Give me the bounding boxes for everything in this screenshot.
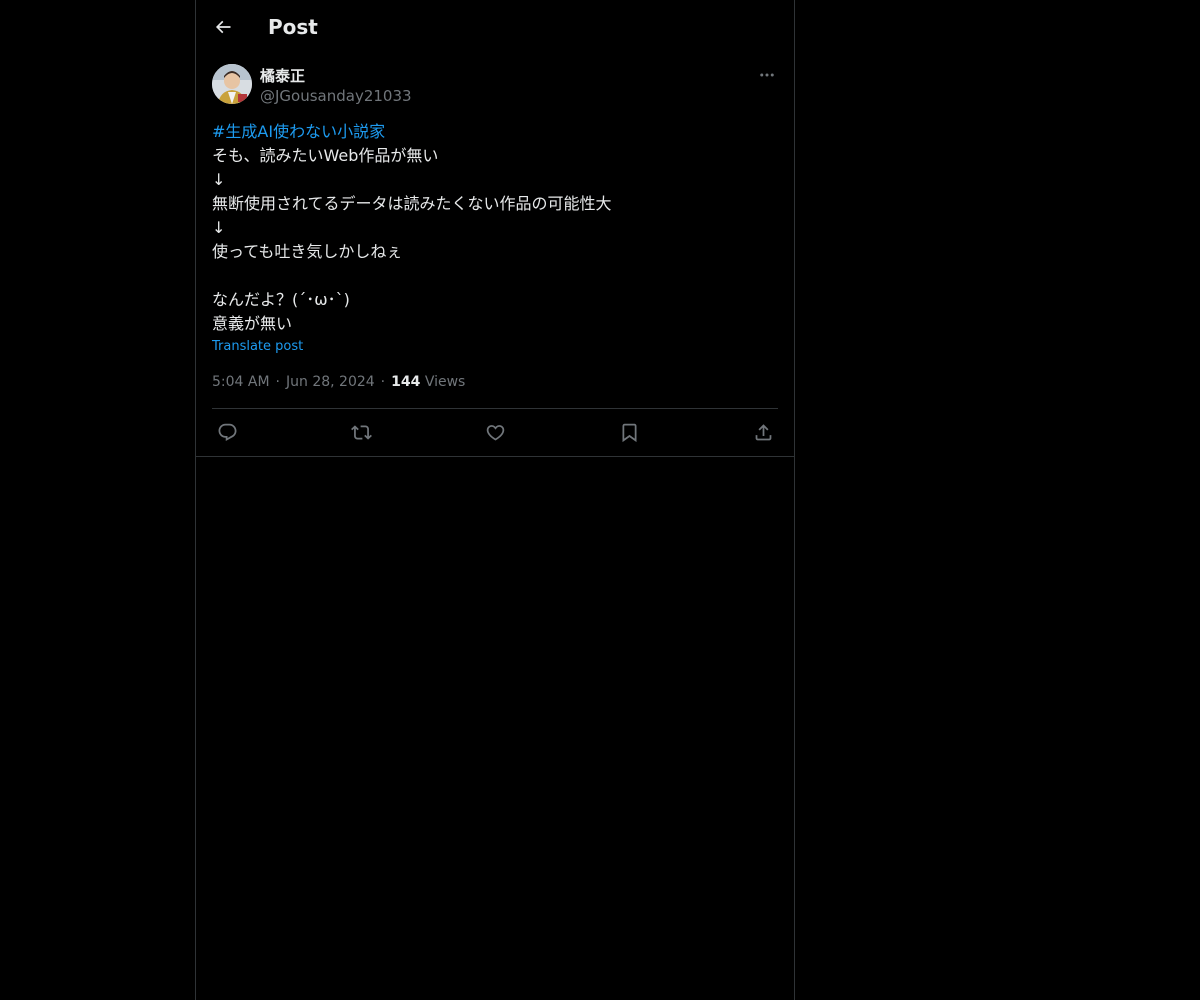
post-line: 無断使用されてるデータは読みたくない作品の可能性大 bbox=[212, 194, 612, 213]
arrow-left-icon bbox=[213, 17, 233, 37]
post-date[interactable]: Jun 28, 2024 bbox=[286, 374, 375, 390]
views-label: Views bbox=[424, 374, 466, 390]
bookmark-button[interactable] bbox=[617, 420, 641, 444]
post-line: そも、読みたいWeb作品が無い bbox=[212, 146, 439, 165]
share-button[interactable] bbox=[751, 420, 775, 444]
post-line bbox=[212, 264, 778, 288]
repost-icon bbox=[350, 422, 372, 443]
share-icon bbox=[753, 422, 774, 443]
views-count: 144 bbox=[391, 374, 421, 390]
more-dots-icon bbox=[758, 66, 776, 84]
post-line: 使っても吐き気しかしねぇ bbox=[212, 242, 403, 261]
reply-icon bbox=[217, 422, 238, 443]
post-line: 意義が無い bbox=[212, 314, 293, 333]
hashtag-link[interactable]: #生成AI使わない小説家 bbox=[212, 120, 778, 144]
post-line: ↓ bbox=[212, 218, 226, 237]
more-button[interactable] bbox=[756, 64, 778, 86]
post-line: ↓ bbox=[212, 170, 226, 189]
meta-separator: · bbox=[275, 374, 280, 390]
post-text: #生成AI使わない小説家 そも、読みたいWeb作品が無い ↓ 無断使用されてるデ… bbox=[212, 120, 778, 336]
post-metadata: 5:04 AM · Jun 28, 2024 · 144 Views bbox=[212, 372, 465, 392]
primary-column: Post 橘泰正 @JGousanday21033 #生成AI使わない小説家 そ… bbox=[195, 0, 795, 1000]
repost-button[interactable] bbox=[349, 420, 373, 444]
bookmark-icon bbox=[619, 422, 640, 443]
back-button[interactable] bbox=[206, 10, 240, 44]
divider bbox=[212, 408, 778, 409]
reply-button[interactable] bbox=[215, 420, 239, 444]
post-bottom-border bbox=[196, 456, 794, 457]
post-time[interactable]: 5:04 AM bbox=[212, 374, 270, 390]
translate-post-link[interactable]: Translate post bbox=[212, 338, 303, 356]
page-title: Post bbox=[268, 15, 318, 39]
avatar[interactable] bbox=[212, 64, 252, 104]
like-button[interactable] bbox=[483, 420, 507, 444]
post-header: Post bbox=[196, 0, 794, 53]
action-bar bbox=[212, 420, 778, 444]
meta-separator: · bbox=[380, 374, 386, 390]
author-display-name[interactable]: 橘泰正 bbox=[260, 66, 305, 86]
author-handle[interactable]: @JGousanday21033 bbox=[260, 86, 412, 106]
like-icon bbox=[485, 422, 506, 443]
post-line: なんだよ？(´･ω･`) bbox=[212, 290, 350, 309]
